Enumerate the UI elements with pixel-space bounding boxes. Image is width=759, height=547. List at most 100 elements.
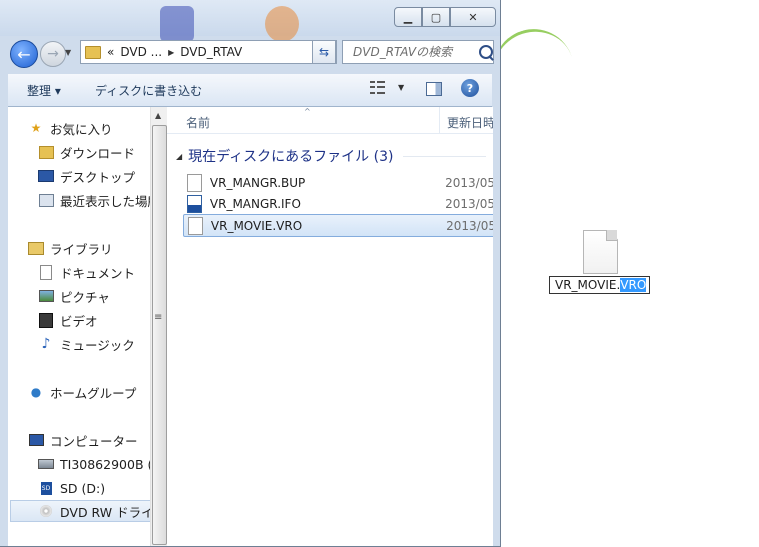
close-button[interactable]: ✕: [450, 7, 496, 27]
nav-label: SD (D:): [60, 480, 106, 496]
file-corner-fold: [606, 230, 617, 241]
local-disk-icon: [38, 457, 54, 471]
scroll-up-icon[interactable]: ▲: [155, 111, 161, 120]
caption-buttons: ▁ ▢ ✕: [394, 7, 496, 27]
search-box[interactable]: [342, 40, 494, 64]
nav-libraries[interactable]: ライブラリ: [28, 237, 113, 259]
file-name: VR_MANGR.BUP: [209, 175, 306, 190]
maximize-button[interactable]: ▢: [422, 7, 450, 27]
burn-to-disc-button[interactable]: ディスクに書き込む: [95, 82, 202, 99]
minimize-button[interactable]: ▁: [394, 7, 422, 27]
forward-arrow-icon: →: [47, 46, 59, 62]
file-name: VR_MANGR.IFO: [209, 196, 301, 211]
breadcrumb-dvd-rtav[interactable]: DVD_RTAV: [180, 45, 242, 59]
group-header[interactable]: ◢ 現在ディスクにあるファイル (3): [176, 146, 486, 166]
navigation-pane-scrollbar[interactable]: ▲ ≡: [150, 107, 167, 546]
file-row[interactable]: VR_MANGR.BUP 2013/05: [183, 172, 493, 193]
ifo-file-icon: [187, 194, 202, 213]
star-icon: ★: [30, 121, 42, 135]
refresh-button[interactable]: ⇆: [312, 40, 336, 64]
desktop-icon: [38, 169, 54, 183]
navigation-pane: ★ お気に入り ダウンロード デスクトップ 最近表示した場所 ライブラリ ドキュ…: [8, 107, 150, 546]
nav-homegroup[interactable]: ● ホームグループ: [28, 381, 137, 403]
group-label: 現在ディスクにあるファイル (3): [188, 149, 394, 165]
nav-favorites[interactable]: ★ お気に入り: [28, 117, 113, 139]
search-icon[interactable]: [479, 45, 493, 59]
explorer-window: ▁ ▢ ✕ ← → ▼ « DVD ... ▶ DVD_RTAV ▼ ⇆ 整理 …: [0, 0, 501, 547]
command-bar: 整理 ▾ ディスクに書き込む ▼ ?: [8, 74, 492, 107]
nav-music[interactable]: ♪ ミュージック: [38, 333, 135, 355]
dvd-drive-icon: [38, 504, 54, 518]
back-button[interactable]: ←: [10, 40, 38, 68]
nav-sd-d[interactable]: SD SD (D:): [38, 477, 105, 499]
nav-dvd-rw-drive[interactable]: DVD RW ドライ: [10, 500, 150, 522]
computer-icon: [28, 433, 44, 447]
group-divider: [403, 155, 486, 157]
videos-icon: [38, 312, 54, 328]
column-divider[interactable]: [439, 107, 440, 133]
scrollbar-thumb[interactable]: [152, 125, 167, 545]
pictures-icon: [38, 289, 54, 303]
homegroup-icon: ●: [30, 385, 42, 399]
nav-label: ミュージック: [60, 337, 135, 353]
downloads-folder-icon: [38, 145, 54, 159]
breadcrumb-overflow[interactable]: «: [107, 45, 114, 59]
rename-prefix: VR_MOVIE.: [555, 278, 621, 292]
nav-recent-places[interactable]: 最近表示した場所: [38, 189, 150, 211]
column-date-modified[interactable]: 更新日時: [447, 114, 493, 131]
help-button[interactable]: ?: [461, 79, 479, 97]
nav-label: ピクチャ: [60, 289, 110, 305]
file-date: 2013/05: [446, 218, 493, 233]
refresh-icon: ⇆: [318, 45, 330, 59]
nav-label: デスクトップ: [60, 169, 136, 185]
address-bar[interactable]: « DVD ... ▶ DVD_RTAV ▼: [80, 40, 337, 64]
nav-desktop[interactable]: デスクトップ: [38, 165, 135, 187]
forward-button[interactable]: →: [40, 41, 66, 67]
nav-label: TI30862900B (C: [60, 456, 150, 472]
file-list: ^ 名前 更新日時 ◢ 現在ディスクにあるファイル (3) VR_MANGR.B…: [167, 107, 493, 546]
title-bar[interactable]: ▁ ▢ ✕: [0, 0, 500, 42]
organize-button[interactable]: 整理 ▾: [27, 82, 61, 99]
nav-label: コンピューター: [50, 433, 138, 449]
breadcrumb-dvd[interactable]: DVD ...: [120, 45, 162, 59]
nav-computer[interactable]: コンピューター: [28, 429, 138, 451]
music-icon: ♪: [41, 336, 51, 352]
nav-label: 最近表示した場所: [60, 193, 150, 209]
file-date: 2013/05: [445, 175, 493, 190]
file-icon: [187, 173, 202, 192]
column-header: ^ 名前 更新日時: [167, 107, 493, 134]
recent-pages-button[interactable]: ▼: [65, 48, 75, 58]
file-row-selected[interactable]: VR_MOVIE.VRO 2013/05: [183, 214, 493, 237]
sort-ascending-icon: ^: [304, 107, 311, 116]
nav-local-disk-c[interactable]: TI30862900B (C: [38, 453, 150, 475]
nav-label: ライブラリ: [50, 241, 113, 257]
file-icon: [188, 216, 203, 235]
rename-selected-extension: VRO: [620, 278, 647, 292]
search-input[interactable]: [351, 44, 477, 60]
change-view-icon[interactable]: [370, 81, 390, 95]
nav-label: お気に入り: [50, 121, 113, 137]
column-name[interactable]: 名前: [186, 114, 210, 131]
nav-label: ビデオ: [60, 313, 98, 329]
navigation-bar: ← → ▼ « DVD ... ▶ DVD_RTAV ▼ ⇆: [0, 36, 500, 70]
nav-pictures[interactable]: ピクチャ: [38, 285, 110, 307]
breadcrumb-separator-icon[interactable]: ▶: [168, 48, 174, 57]
nav-videos[interactable]: ビデオ: [38, 309, 98, 331]
view-options-dropdown[interactable]: ▼: [398, 83, 404, 92]
nav-downloads[interactable]: ダウンロード: [38, 141, 135, 163]
back-arrow-icon: ←: [17, 44, 31, 64]
collapse-group-icon[interactable]: ◢: [176, 152, 182, 161]
preview-pane-icon[interactable]: [426, 82, 442, 96]
file-name: VR_MOVIE.VRO: [210, 218, 303, 233]
file-date: 2013/05: [445, 196, 493, 211]
folder-icon: [85, 45, 101, 59]
rename-textbox[interactable]: VR_MOVIE. VRO: [549, 276, 650, 294]
scrollbar-grip-icon: ≡: [154, 312, 163, 323]
nav-label: ホームグループ: [50, 385, 137, 401]
nav-label: ドキュメント: [60, 265, 136, 281]
nav-label: ダウンロード: [60, 145, 136, 161]
recent-places-icon: [38, 193, 54, 207]
nav-documents[interactable]: ドキュメント: [38, 261, 135, 283]
library-icon: [28, 241, 44, 255]
file-row[interactable]: VR_MANGR.IFO 2013/05: [183, 193, 493, 214]
